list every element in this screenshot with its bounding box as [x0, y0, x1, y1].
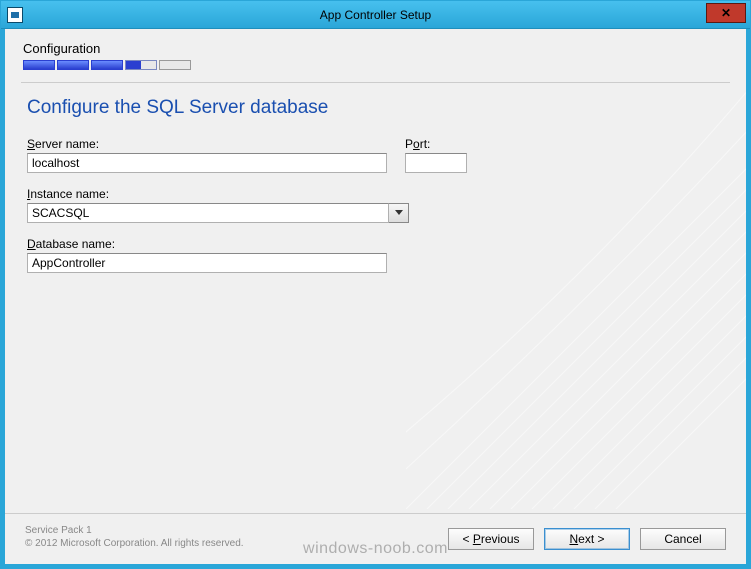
chevron-down-icon [395, 210, 403, 216]
instance-dropdown-button[interactable] [389, 203, 409, 223]
progress-segment [91, 60, 123, 70]
port-label: Port:Port: [405, 137, 467, 151]
footer-info: Service Pack 1 © 2012 Microsoft Corporat… [25, 524, 244, 550]
setup-window: App Controller Setup ✕ [0, 0, 751, 569]
server-name-label: SServer name:erver name: [27, 137, 387, 151]
close-button[interactable]: ✕ [706, 3, 746, 23]
progress-segment [57, 60, 89, 70]
progress-segment [125, 60, 157, 70]
copyright-text: © 2012 Microsoft Corporation. All rights… [25, 537, 244, 550]
database-name-label: Database name:Database name: [27, 237, 387, 251]
window-title: App Controller Setup [1, 8, 750, 22]
instance-name-input[interactable] [27, 203, 389, 223]
cancel-button[interactable]: Cancel [640, 528, 726, 550]
server-name-input[interactable] [27, 153, 387, 173]
page-title: Configure the SQL Server database [27, 97, 724, 119]
instance-name-combo[interactable] [27, 203, 409, 223]
progress-segment [159, 60, 191, 70]
close-icon: ✕ [721, 6, 731, 20]
progress-bar [23, 60, 728, 70]
port-input[interactable] [405, 153, 467, 173]
progress-segment [23, 60, 55, 70]
step-name: Configuration [23, 41, 728, 56]
database-name-input[interactable] [27, 253, 387, 273]
footer-bar: Service Pack 1 © 2012 Microsoft Corporat… [5, 513, 746, 564]
title-bar[interactable]: App Controller Setup ✕ [1, 1, 750, 29]
progress-header: Configuration [5, 29, 746, 76]
instance-name-label: Instance name:Instance name: [27, 187, 409, 201]
previous-button[interactable]: < Previous< Previous [448, 528, 534, 550]
divider [21, 82, 730, 83]
next-button[interactable]: Next >Next > [544, 528, 630, 550]
content-area: Configuration Configure the SQL Server d… [1, 29, 750, 568]
service-pack-text: Service Pack 1 [25, 524, 244, 537]
form-area: Configure the SQL Server database SServe… [5, 89, 746, 293]
